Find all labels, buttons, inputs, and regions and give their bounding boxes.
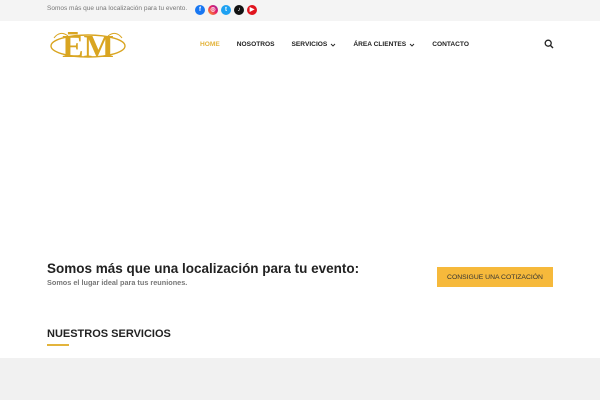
search-icon[interactable]	[544, 39, 554, 49]
main-nav: HOME NOSOTROS SERVICIOS ÁREA CLIENTES CO…	[200, 41, 486, 48]
youtube-icon[interactable]: ▶	[247, 5, 257, 15]
top-bar: Somos más que una localización para tu e…	[0, 0, 600, 21]
nav-nosotros-label: NOSOTROS	[236, 41, 275, 48]
nav-contacto-label: CONTACTO	[432, 41, 469, 48]
em-monogram-logo[interactable]: ĒM	[48, 26, 128, 66]
topbar-tagline: Somos más que una localización para tu e…	[47, 5, 188, 12]
tiktok-icon[interactable]: ♪	[234, 5, 244, 15]
services-band	[0, 358, 600, 400]
nav-home-label: HOME	[200, 41, 220, 48]
chevron-down-icon	[409, 43, 415, 47]
cta-title: Somos más que una localización para tu e…	[47, 261, 360, 276]
nav-home[interactable]: HOME	[200, 41, 220, 48]
site-header: ĒM HOME NOSOTROS SERVICIOS ÁREA CLIENTES…	[0, 21, 600, 69]
social-links: f ◎ t ♪ ▶	[195, 5, 257, 15]
nav-servicios[interactable]: SERVICIOS	[292, 41, 337, 48]
facebook-icon[interactable]: f	[195, 5, 205, 15]
quote-button[interactable]: CONSIGUE UNA COTIZACIÓN	[437, 267, 553, 287]
svg-text:ĒM: ĒM	[62, 28, 114, 64]
nav-contacto[interactable]: CONTACTO	[432, 41, 469, 48]
hero-area	[0, 69, 600, 259]
services-title: NUESTROS SERVICIOS	[47, 328, 171, 340]
nav-area-clientes[interactable]: ÁREA CLIENTES	[353, 41, 415, 48]
nav-servicios-label: SERVICIOS	[291, 41, 328, 48]
nav-nosotros[interactable]: NOSOTROS	[237, 41, 275, 48]
cta-subtitle: Somos el lugar ideal para tus reuniones.	[47, 278, 188, 287]
section-divider	[47, 344, 69, 346]
nav-area-clientes-label: ÁREA CLIENTES	[353, 41, 407, 48]
instagram-icon[interactable]: ◎	[208, 5, 218, 15]
chevron-down-icon	[330, 43, 336, 47]
twitter-icon[interactable]: t	[221, 5, 231, 15]
